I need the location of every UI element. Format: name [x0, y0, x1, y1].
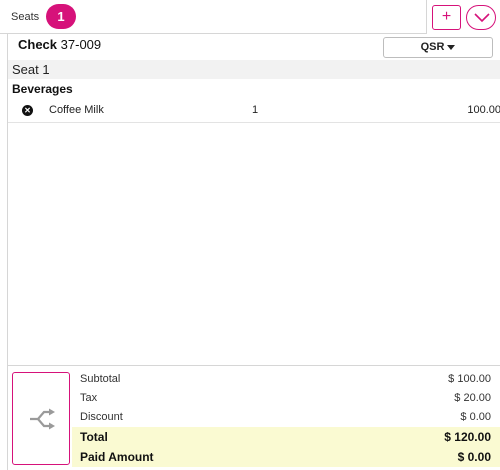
- order-mode-dropdown[interactable]: QSR: [383, 37, 493, 58]
- check-number: 37-009: [60, 37, 102, 52]
- item-name: Coffee Milk: [49, 104, 104, 116]
- subtotal-value: $ 100.00: [448, 373, 491, 385]
- tax-row: Tax $ 20.00: [72, 389, 500, 408]
- split-arrows-icon: [30, 408, 55, 430]
- tax-value: $ 20.00: [454, 392, 491, 404]
- total-value: $ 120.00: [444, 430, 491, 444]
- discount-label: Discount: [80, 411, 123, 423]
- add-seat-button[interactable]: +: [432, 5, 461, 30]
- expand-button[interactable]: [466, 5, 496, 30]
- totals-table: Subtotal $ 100.00 Tax $ 20.00 Discount $…: [72, 370, 500, 467]
- subtotal-row: Subtotal $ 100.00: [72, 370, 500, 389]
- seats-tab: Seats 1: [0, 0, 427, 34]
- totals-footer: Subtotal $ 100.00 Tax $ 20.00 Discount $…: [8, 365, 500, 470]
- caret-down-icon: [447, 44, 456, 50]
- split-button[interactable]: [12, 372, 70, 465]
- check-prefix: Check: [18, 37, 58, 52]
- order-mode-label: QSR: [420, 41, 445, 53]
- seat-1-badge[interactable]: 1: [46, 4, 76, 29]
- category-heading: Beverages: [12, 82, 73, 96]
- seats-bar: Seats 1 +: [0, 0, 500, 34]
- subtotal-label: Subtotal: [80, 373, 121, 385]
- paid-amount-value: $ 0.00: [457, 450, 491, 464]
- item-quantity: 1: [252, 104, 259, 116]
- total-row: Total $ 120.00: [72, 427, 500, 447]
- paid-amount-row: Paid Amount $ 0.00: [72, 447, 500, 467]
- seat-label: Seat 1: [12, 62, 50, 77]
- tax-label: Tax: [80, 392, 98, 404]
- paid-amount-label: Paid Amount: [80, 450, 154, 464]
- discount-value: $ 0.00: [460, 411, 491, 423]
- item-price: 100.00: [467, 104, 500, 116]
- check-title: Check 37-009: [18, 37, 101, 52]
- discount-row: Discount $ 0.00: [72, 408, 500, 427]
- total-label: Total: [80, 430, 108, 444]
- chevron-down-icon: [474, 13, 490, 23]
- close-circle-icon[interactable]: ✕: [22, 105, 33, 116]
- order-item-row[interactable]: ✕ Coffee Milk 1 100.00: [8, 99, 500, 123]
- seats-label: Seats: [11, 11, 40, 23]
- seat-header[interactable]: Seat 1: [8, 60, 500, 79]
- check-panel: Check 37-009 QSR Seat 1 Beverages ✕ Coff…: [7, 34, 500, 470]
